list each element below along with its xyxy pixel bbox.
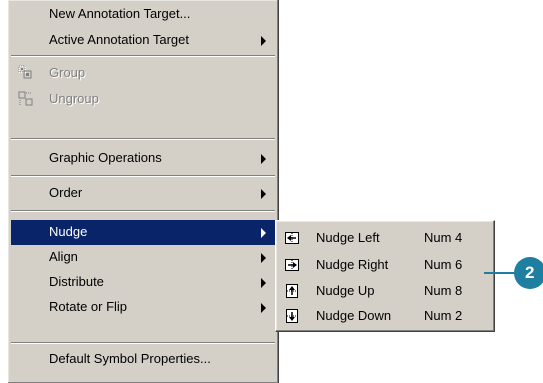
menu-item-label: Order	[49, 185, 83, 200]
submenu-item-label: Nudge Left	[316, 230, 380, 245]
menu-item-label: Ungroup	[49, 91, 99, 106]
nudge-up-icon	[286, 284, 298, 298]
menu-separator	[11, 210, 275, 212]
step-callout-badge: 2	[514, 257, 543, 289]
submenu-arrow-icon	[261, 36, 266, 46]
context-menu: New Annotation Target... Active Annotati…	[7, 0, 279, 383]
submenu-arrow-icon	[261, 303, 266, 313]
nudge-submenu: Nudge Left Num 4 Nudge Right Num 6 Nudge…	[275, 220, 495, 332]
menu-item-label: Default Symbol Properties...	[49, 351, 211, 366]
submenu-item-nudge-down[interactable]: Nudge Down Num 2	[278, 304, 492, 329]
callout-number: 2	[525, 263, 535, 282]
menu-separator	[11, 55, 275, 57]
menu-item-label: Active Annotation Target	[49, 32, 189, 47]
submenu-arrow-icon	[261, 278, 266, 288]
submenu-arrow-icon	[261, 228, 266, 238]
submenu-item-nudge-up[interactable]: Nudge Up Num 8	[278, 279, 492, 304]
submenu-item-label: Nudge Down	[316, 308, 392, 323]
menu-item-group[interactable]: Group	[11, 61, 275, 86]
shortcut-text: Num 2	[424, 308, 463, 323]
submenu-arrow-icon	[261, 253, 266, 263]
nudge-down-icon	[286, 309, 298, 323]
submenu-item-label: Nudge Up	[316, 283, 375, 298]
shortcut-text: Num 6	[424, 257, 463, 272]
callout-line	[484, 272, 517, 274]
submenu-arrow-icon	[261, 154, 266, 164]
submenu-item-nudge-right[interactable]: Nudge Right Num 6	[278, 253, 492, 278]
menu-separator	[11, 138, 275, 140]
menu-separator	[11, 175, 275, 177]
shortcut-text: Num 8	[424, 283, 463, 298]
menu-item-active-annotation-target[interactable]: Active Annotation Target	[11, 28, 275, 53]
nudge-right-icon	[285, 259, 299, 271]
menu-item-label: Align	[49, 249, 78, 264]
menu-item-order[interactable]: Order	[11, 181, 275, 206]
menu-item-label: New Annotation Target...	[49, 6, 191, 21]
menu-item-graphic-operations[interactable]: Graphic Operations	[11, 146, 275, 171]
menu-item-label: Group	[49, 65, 86, 80]
menu-item-label: Nudge	[49, 224, 88, 239]
ungroup-icon	[18, 91, 33, 106]
menu-item-label: Graphic Operations	[49, 150, 162, 165]
nudge-left-icon	[285, 232, 299, 244]
menu-separator	[11, 342, 275, 344]
menu-item-rotate-or-flip[interactable]: Rotate or Flip	[11, 295, 275, 320]
menu-item-default-symbol-properties[interactable]: Default Symbol Properties...	[11, 347, 275, 372]
menu-item-nudge[interactable]: Nudge	[11, 220, 275, 245]
menu-item-align[interactable]: Align	[11, 245, 275, 270]
submenu-item-nudge-left[interactable]: Nudge Left Num 4	[278, 226, 492, 251]
menu-item-label: Rotate or Flip	[49, 299, 128, 314]
group-icon	[18, 65, 32, 79]
menu-item-ungroup[interactable]: Ungroup	[11, 87, 275, 112]
submenu-arrow-icon	[261, 189, 266, 199]
shortcut-text: Num 4	[424, 230, 463, 245]
menu-item-distribute[interactable]: Distribute	[11, 270, 275, 295]
menu-item-new-annotation-target[interactable]: New Annotation Target...	[11, 2, 275, 27]
menu-item-label: Distribute	[49, 274, 104, 289]
submenu-item-label: Nudge Right	[316, 257, 389, 272]
